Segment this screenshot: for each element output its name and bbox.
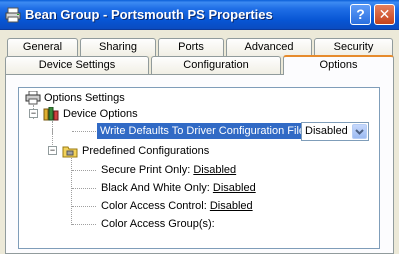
folder-icon <box>62 146 78 158</box>
tab-general[interactable]: General <box>7 38 78 56</box>
tab-advanced[interactable]: Advanced <box>226 38 312 56</box>
tab-security[interactable]: Security <box>314 38 393 56</box>
color-access-control-label: Color Access Control: <box>101 200 207 212</box>
black-white-value[interactable]: Disabled <box>213 182 256 194</box>
tab-sharing[interactable]: Sharing <box>80 38 156 56</box>
color-access-control-row[interactable]: Color Access Control: Disabled <box>101 198 253 214</box>
tab-options[interactable]: Options <box>283 55 394 75</box>
predefined-label[interactable]: Predefined Configurations <box>82 143 209 159</box>
write-defaults-select[interactable]: Disabled <box>301 122 369 141</box>
color-access-control-value[interactable]: Disabled <box>210 200 253 212</box>
chevron-down-icon[interactable] <box>352 124 367 139</box>
black-white-row[interactable]: Black And White Only: Disabled <box>101 180 256 196</box>
color-access-group-row[interactable]: Color Access Group(s): <box>101 216 215 232</box>
tab-ports[interactable]: Ports <box>158 38 224 56</box>
options-tree[interactable]: Options Settings − Device Options Write … <box>18 87 380 249</box>
close-button[interactable]: ✕ <box>374 4 395 25</box>
device-options-expander[interactable]: − <box>29 109 38 118</box>
write-defaults-label[interactable]: Write Defaults To Driver Configuration F… <box>97 123 312 139</box>
secure-print-value[interactable]: Disabled <box>193 164 236 176</box>
color-access-group-label: Color Access Group(s): <box>101 218 215 230</box>
tab-device-settings[interactable]: Device Settings <box>5 56 149 74</box>
printer-icon <box>5 7 21 23</box>
predefined-expander[interactable]: − <box>48 146 57 155</box>
settings-printer-icon <box>25 91 41 105</box>
black-white-label: Black And White Only: <box>101 182 210 194</box>
tree-root-label[interactable]: Options Settings <box>44 90 125 106</box>
window-title: Bean Group - Portsmouth PS Properties <box>25 7 273 22</box>
secure-print-row[interactable]: Secure Print Only: Disabled <box>101 162 236 178</box>
secure-print-label: Secure Print Only: <box>101 164 191 176</box>
device-options-icon <box>43 107 59 121</box>
write-defaults-value: Disabled <box>305 125 348 137</box>
device-options-label[interactable]: Device Options <box>63 106 138 122</box>
title-bar[interactable]: Bean Group - Portsmouth PS Properties ? … <box>0 0 399 30</box>
help-button[interactable]: ? <box>350 4 371 25</box>
tab-configuration[interactable]: Configuration <box>151 56 281 74</box>
